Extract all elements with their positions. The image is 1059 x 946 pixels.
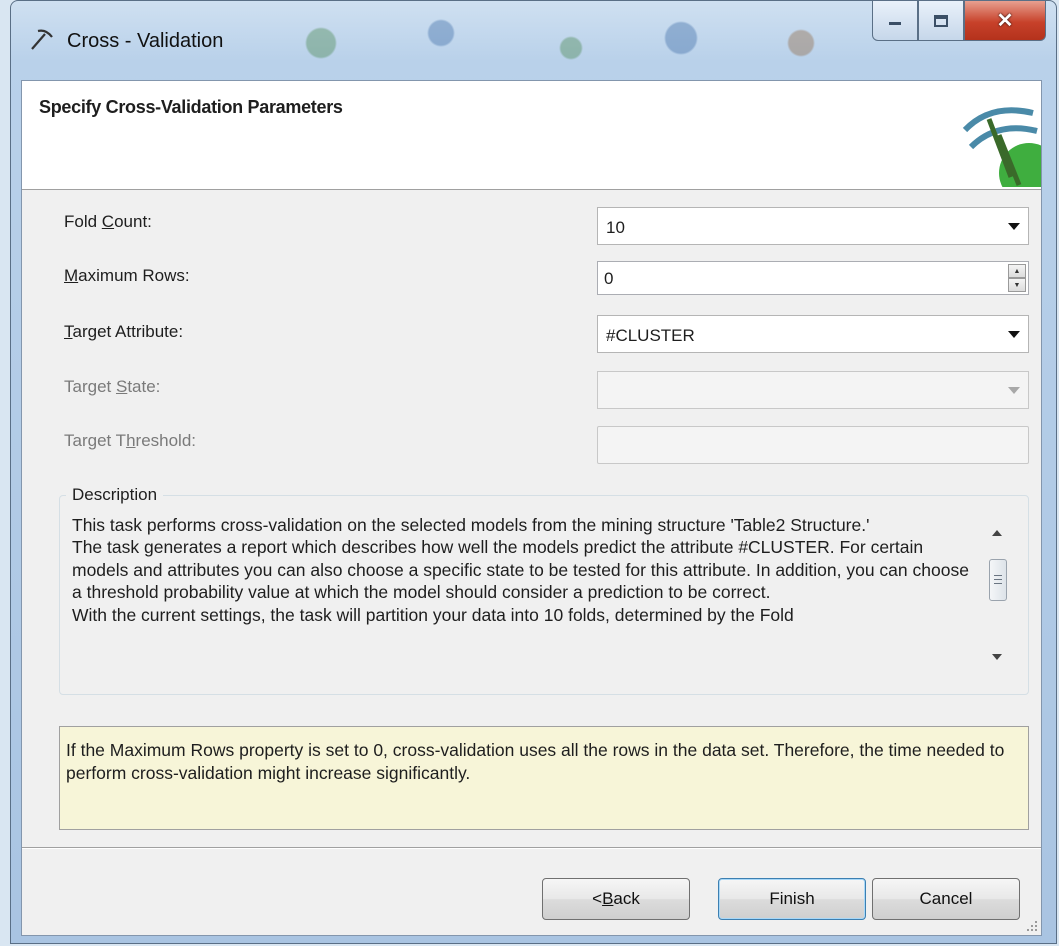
fold-count-value: 10 [606, 218, 625, 237]
description-textbox[interactable]: This task performs cross-validation on t… [72, 514, 1014, 678]
chevron-down-icon[interactable] [1008, 223, 1020, 230]
pickaxe-icon [962, 107, 1041, 187]
close-button[interactable]: ✕ [964, 1, 1046, 41]
description-text: This task performs cross-validation on t… [72, 514, 976, 626]
window-controls: ✕ [872, 1, 1046, 45]
chevron-down-icon [1008, 387, 1020, 394]
close-icon: ✕ [996, 10, 1014, 32]
target-state-combobox [597, 371, 1029, 409]
maximum-rows-label: Maximum Rows: [64, 266, 190, 285]
description-paragraph: The task generates a report which descri… [72, 537, 969, 603]
maximize-icon [934, 14, 948, 27]
stepper-buttons: ▲ ▼ [1008, 264, 1026, 292]
maximum-rows-value: 0 [604, 269, 614, 288]
minimize-button[interactable] [872, 1, 918, 41]
target-attribute-value: #CLUSTER [606, 326, 695, 345]
back-button[interactable]: < Back [542, 878, 690, 920]
scrollbar-thumb[interactable] [989, 559, 1007, 601]
target-threshold-field [597, 426, 1029, 464]
title-bar[interactable]: Cross - Validation ✕ [11, 1, 1056, 81]
scroll-down-icon[interactable] [992, 654, 1002, 660]
target-attribute-label: Target Attribute: [64, 322, 184, 341]
cancel-button[interactable]: Cancel [872, 878, 1020, 920]
target-state-label: Target State: [64, 377, 161, 396]
footer-divider [22, 847, 1041, 849]
fold-count-combobox[interactable]: 10 [597, 207, 1029, 245]
description-paragraph: With the current settings, the task will… [72, 604, 794, 625]
fold-count-label: Fold Count: [64, 212, 152, 231]
description-legend: Description [66, 485, 164, 505]
vertical-scrollbar[interactable] [988, 514, 1012, 678]
target-threshold-label: Target Threshold: [64, 431, 197, 450]
finish-button[interactable]: Finish [718, 878, 866, 920]
minimize-icon [889, 21, 901, 25]
scroll-up-icon[interactable] [992, 530, 1002, 536]
title-bar-decoration [261, 3, 861, 73]
maximize-button[interactable] [918, 1, 964, 41]
target-attribute-combobox[interactable]: #CLUSTER [597, 315, 1029, 353]
wizard-page: Specify Cross-Validation Parameters Fold… [21, 80, 1042, 936]
window-title: Cross - Validation [67, 30, 224, 52]
info-note: If the Maximum Rows property is set to 0… [59, 726, 1029, 830]
pickaxe-icon [31, 29, 53, 50]
chevron-down-icon[interactable] [1008, 331, 1020, 338]
spin-down-icon[interactable]: ▼ [1008, 278, 1026, 292]
resize-grip-icon[interactable] [1026, 920, 1038, 932]
page-title: Specify Cross-Validation Parameters [39, 97, 343, 117]
maximum-rows-stepper[interactable]: 0 ▲ ▼ [597, 261, 1029, 295]
description-paragraph: This task performs cross-validation on t… [72, 515, 870, 535]
cross-validation-window: Cross - Validation ✕ Specify Cross-Valid… [10, 0, 1057, 944]
wizard-header: Specify Cross-Validation Parameters [22, 81, 1041, 190]
spin-up-icon[interactable]: ▲ [1008, 264, 1026, 278]
